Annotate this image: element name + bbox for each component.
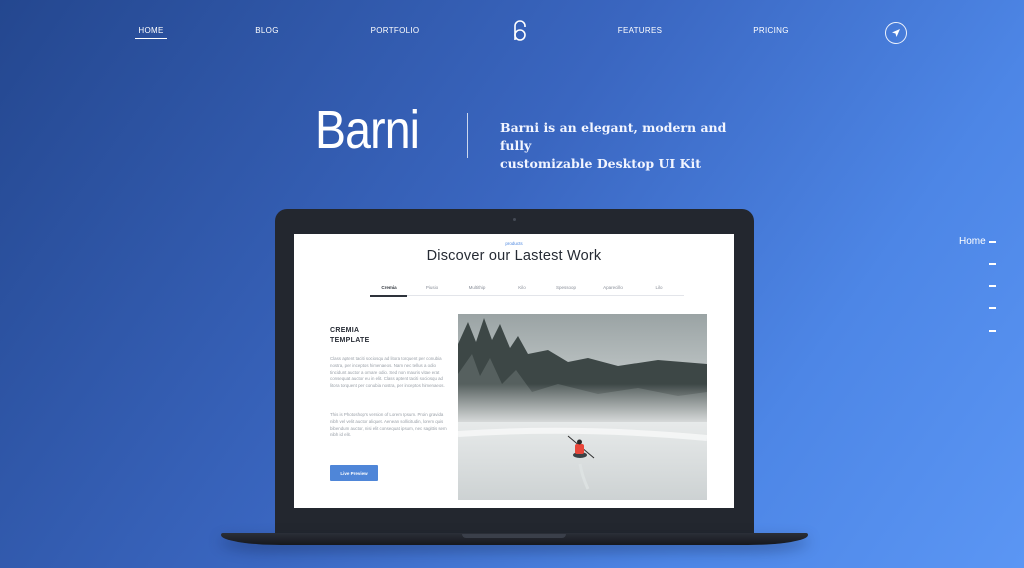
- side-nav-dash[interactable]: [989, 263, 996, 265]
- barni-logo-icon[interactable]: [509, 18, 531, 44]
- nav-portfolio[interactable]: PORTFOLIO: [371, 26, 420, 35]
- hero-title: Barni: [315, 100, 420, 160]
- inner-eyebrow: products: [505, 241, 523, 246]
- nav-blog[interactable]: BLOG: [255, 26, 278, 35]
- laptop-screen: products Discover our Lastest Work Cremi…: [294, 234, 734, 508]
- send-arrow-button[interactable]: [885, 22, 907, 44]
- inner-heading-line2: TEMPLATE: [330, 336, 370, 344]
- hero-tagline: Barni is an elegant, modern and fully cu…: [500, 119, 730, 173]
- nav-active-underline: [135, 38, 167, 39]
- nav-features[interactable]: FEATURES: [618, 26, 662, 35]
- nav-home[interactable]: HOME: [138, 26, 163, 35]
- hero-divider: [467, 113, 468, 158]
- inner-tab-bar: Cremia Piusio Multithip Kilo Spessoop Ap…: [370, 285, 684, 297]
- kayak-photo: [458, 314, 707, 500]
- laptop-camera: [513, 218, 516, 221]
- inner-tab-active-underline: [370, 295, 407, 297]
- inner-paragraph-2: This is Photoshop's version of Lorem Ips…: [330, 412, 447, 438]
- inner-tab-kilo[interactable]: Kilo: [518, 285, 526, 290]
- side-nav-dash[interactable]: [989, 285, 996, 287]
- side-nav-dash[interactable]: [989, 241, 996, 243]
- inner-heading-line1: CREMIA: [330, 327, 360, 334]
- inner-section-heading: CREMIA TEMPLATE: [330, 326, 370, 345]
- inner-tab-cremia[interactable]: Cremia: [381, 285, 396, 290]
- side-nav-dash[interactable]: [989, 307, 996, 309]
- laptop-hinge-notch: [462, 534, 566, 538]
- inner-tab-multithip[interactable]: Multithip: [469, 285, 486, 290]
- inner-tab-piusio[interactable]: Piusio: [426, 285, 438, 290]
- live-preview-button[interactable]: Live Preview: [330, 465, 378, 481]
- hero-tagline-line2: customizable Desktop UI Kit: [500, 156, 701, 171]
- side-nav-dash[interactable]: [989, 330, 996, 332]
- inner-page-title: Discover our Lastest Work: [426, 248, 602, 264]
- inner-paragraph-1: Class aptent taciti sociosqu ad litora t…: [330, 356, 445, 389]
- hero-tagline-line1: Barni is an elegant, modern and fully: [500, 120, 727, 153]
- inner-tab-spessoop[interactable]: Spessoop: [556, 285, 576, 290]
- send-arrow-icon: [892, 29, 900, 37]
- inner-tab-lilo[interactable]: Lilo: [655, 285, 662, 290]
- inner-tab-aparecillo[interactable]: Aparecillo: [603, 285, 623, 290]
- nav-pricing[interactable]: PRICING: [753, 26, 788, 35]
- side-nav-label[interactable]: Home: [959, 236, 986, 247]
